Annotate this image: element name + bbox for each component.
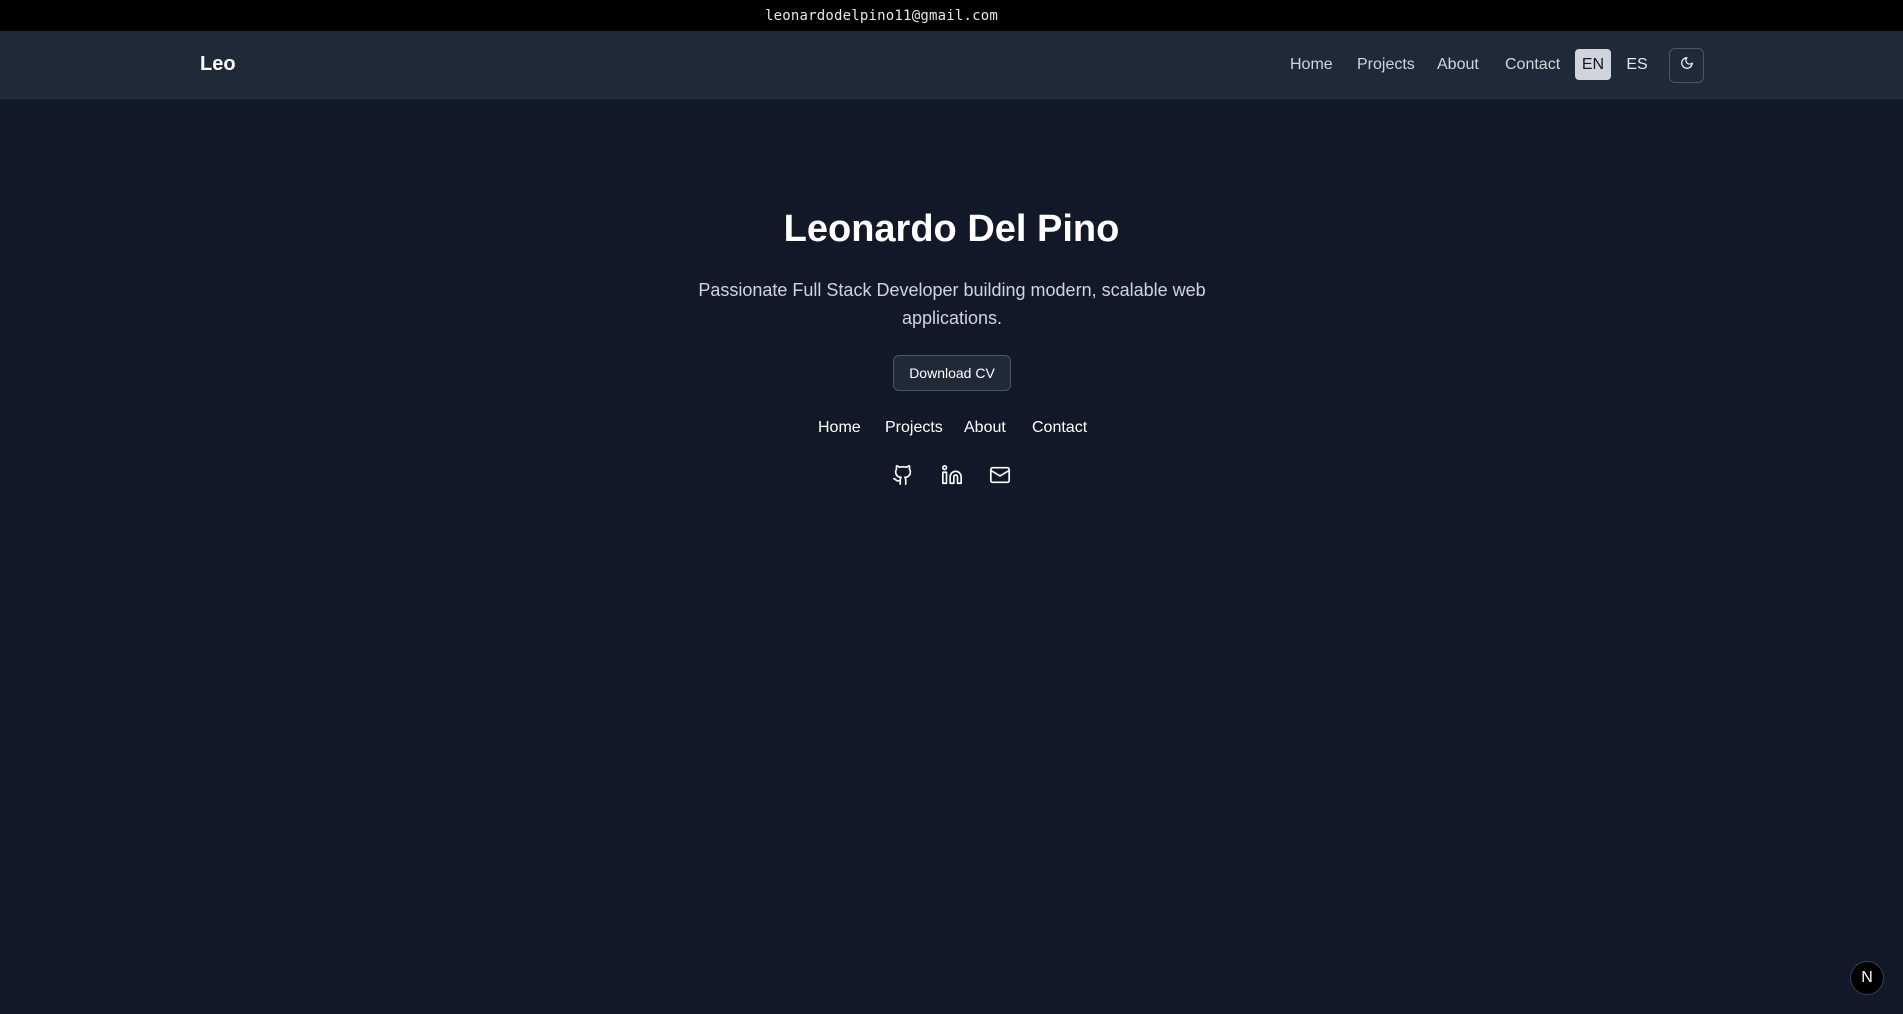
lang-es-button[interactable]: ES bbox=[1620, 49, 1654, 80]
nextjs-dev-badge[interactable]: N bbox=[1850, 961, 1884, 995]
brand-logo[interactable]: Leo bbox=[200, 53, 236, 76]
hero-link-contact[interactable]: Contact bbox=[1032, 419, 1087, 437]
nav-projects[interactable]: Projects bbox=[1357, 56, 1415, 74]
nav-home[interactable]: Home bbox=[1290, 56, 1333, 74]
nav-contact[interactable]: Contact bbox=[1505, 56, 1560, 74]
nav-about[interactable]: About bbox=[1437, 56, 1479, 74]
linkedin-icon[interactable] bbox=[939, 462, 965, 488]
moon-icon bbox=[1680, 56, 1694, 75]
hero-subtitle: Passionate Full Stack Developer building… bbox=[698, 280, 1206, 328]
contact-email[interactable]: leonardodelpino11@gmail.com bbox=[765, 8, 998, 24]
navbar: Leo Home Projects About Contact EN ES bbox=[0, 31, 1903, 99]
hero-link-projects[interactable]: Projects bbox=[885, 419, 943, 437]
hero-title: Leonardo Del Pino bbox=[783, 208, 1120, 250]
mail-icon[interactable] bbox=[987, 462, 1013, 488]
theme-toggle-button[interactable] bbox=[1669, 48, 1704, 83]
download-cv-button[interactable]: Download CV bbox=[893, 355, 1011, 391]
lang-en-button[interactable]: EN bbox=[1575, 49, 1611, 80]
top-bar: leonardodelpino11@gmail.com bbox=[0, 0, 1903, 31]
hero-link-home[interactable]: Home bbox=[818, 419, 861, 437]
hero-link-about[interactable]: About bbox=[964, 419, 1006, 437]
github-icon[interactable] bbox=[890, 462, 916, 488]
